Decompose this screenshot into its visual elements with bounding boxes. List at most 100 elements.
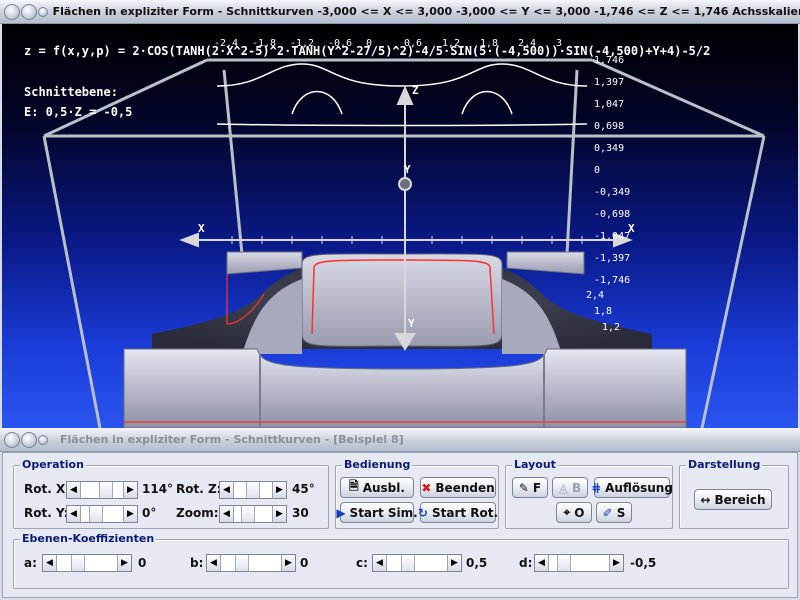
control-titlebar[interactable]: Flächen in expliziter Form - Schnittkurv… (0, 428, 800, 452)
grid-icon: ⋕ (591, 480, 602, 495)
y-axis-label-bottom: Y (408, 317, 415, 330)
pen-icon: ✐ (602, 505, 613, 520)
coef-b-slider[interactable]: ◀ ▶ (206, 554, 296, 572)
slider-thumb[interactable] (557, 555, 572, 571)
slider-thumb[interactable] (246, 482, 260, 498)
coef-d-label: d: (519, 556, 533, 570)
top-tick-label: -0,6 (328, 38, 353, 49)
top-tick-label: 1,8 (480, 38, 499, 49)
right-arrow-icon[interactable]: ▶ (123, 482, 137, 498)
rot-y-slider[interactable]: ◀ ▶ (66, 505, 138, 523)
slider-thumb[interactable] (70, 555, 85, 571)
ausblenden-button[interactable]: 🗎 Ausbl. (340, 477, 414, 498)
top-tick-label: -2,4 (214, 38, 239, 49)
rot-z-value: 45° (292, 482, 315, 496)
coef-a-label: a: (24, 556, 37, 570)
f-button[interactable]: ✎ F (512, 477, 548, 498)
left-arrow-icon[interactable]: ◀ (220, 482, 234, 498)
bereich-button[interactable]: ↔ Bereich (694, 489, 772, 510)
close-icon: ✖ (421, 480, 432, 495)
z-tick-label: 0,698 (594, 121, 625, 132)
coef-d-slider[interactable]: ◀ ▶ (534, 554, 624, 572)
crosshair-icon: ⌖ (563, 505, 571, 519)
slider-thumb[interactable] (89, 506, 104, 522)
x-axis-label-left: X (198, 222, 205, 235)
right-arrow-icon[interactable]: ▶ (281, 555, 295, 571)
y-tick-label: 1,8 (594, 306, 613, 317)
right-arrow-icon[interactable]: ▶ (609, 555, 623, 571)
z-tick-label: -0,349 (594, 187, 631, 198)
control-window-title: Flächen in expliziter Form - Schnittkurv… (60, 433, 404, 446)
rot-y-value: 0° (142, 506, 157, 520)
rot-x-value: 114° (142, 482, 174, 496)
operation-group: Operation Rot. X: ◀ ▶ 114° Rot. Y: ◀ ▶ 0… (13, 458, 329, 529)
coef-c-label: c: (356, 556, 368, 570)
right-arrow-icon[interactable]: ▶ (272, 506, 286, 522)
zoom-slider[interactable]: ◀ ▶ (219, 505, 287, 523)
slider-thumb[interactable] (240, 506, 255, 522)
s-button[interactable]: ✐ S (596, 502, 632, 523)
ebenen-title: Ebenen-Koeffizienten (20, 532, 157, 545)
z-tick-label: 1,746 (594, 55, 625, 66)
coef-c-slider[interactable]: ◀ ▶ (372, 554, 462, 572)
z-tick-label: 0,349 (594, 143, 625, 154)
slider-thumb[interactable] (234, 555, 249, 571)
z-tick-label: -1,047 (594, 231, 631, 242)
beenden-button[interactable]: ✖ Beenden (420, 477, 496, 498)
operation-title: Operation (20, 458, 86, 471)
control-close-icon[interactable] (4, 431, 20, 448)
left-arrow-icon[interactable]: ◀ (535, 555, 549, 571)
main-titlebar[interactable]: Flächen in expliziter Form - Schnittkurv… (0, 0, 800, 24)
right-arrow-icon[interactable]: ▶ (117, 555, 131, 571)
z-tick-label: -0,698 (594, 209, 631, 220)
left-arrow-icon[interactable]: ◀ (67, 482, 81, 498)
brush-icon: ✎ (518, 480, 529, 495)
rot-z-slider[interactable]: ◀ ▶ (219, 481, 287, 499)
b-button[interactable]: ◬ B (552, 477, 588, 498)
bucket-icon: ◬ (558, 480, 569, 495)
rot-x-slider[interactable]: ◀ ▶ (66, 481, 138, 499)
right-arrow-icon[interactable]: ▶ (123, 506, 137, 522)
z-tick-label: 1,397 (594, 77, 625, 88)
coef-b-value: 0 (300, 556, 309, 570)
window-minimize-icon[interactable] (21, 3, 37, 20)
coef-b-label: b: (190, 556, 204, 570)
left-arrow-icon[interactable]: ◀ (207, 555, 221, 571)
coef-a-slider[interactable]: ◀ ▶ (42, 554, 132, 572)
control-window-buttons (0, 431, 60, 448)
start-rot-button[interactable]: ↻ Start Rot. (418, 502, 498, 523)
z-tick-label: 0 (594, 165, 601, 176)
top-tick-label: 2,4 (518, 38, 537, 49)
o-button[interactable]: ⌖ O (556, 502, 592, 523)
aufloesung-button[interactable]: ⋕ Auflösung (591, 477, 673, 498)
rot-x-label: Rot. X: (24, 482, 71, 496)
top-tick-label: 0 (366, 38, 373, 49)
right-arrow-icon[interactable]: ▶ (272, 482, 286, 498)
darstellung-title: Darstellung (686, 458, 763, 471)
bedienung-title: Bedienung (342, 458, 413, 471)
slider-thumb[interactable] (400, 555, 415, 571)
window-maximize-icon[interactable] (38, 6, 48, 17)
3d-viewport[interactable]: z = f(x,y,p) = 2·COS(TANH(2·X^2-5)^2·TAN… (2, 24, 798, 428)
coef-d-value: -0,5 (630, 556, 657, 570)
control-minimize-icon[interactable] (21, 431, 37, 448)
y-axis-label-top: Y (404, 163, 411, 176)
3d-scene (42, 58, 766, 428)
slider-thumb[interactable] (98, 482, 113, 498)
plane-heading: Schnittebene: (24, 85, 118, 99)
z-tick-label: 1,047 (594, 99, 625, 110)
start-sim-button[interactable]: ▶ Start Sim. (336, 502, 418, 523)
control-maximize-icon[interactable] (38, 434, 48, 445)
left-arrow-icon[interactable]: ◀ (220, 506, 234, 522)
window-close-icon[interactable] (4, 3, 20, 20)
left-arrow-icon[interactable]: ◀ (373, 555, 387, 571)
left-arrow-icon[interactable]: ◀ (67, 506, 81, 522)
zoom-value: 30 (292, 506, 309, 520)
left-arrow-icon[interactable]: ◀ (43, 555, 57, 571)
surface-plateau (301, 253, 503, 347)
right-arrow-icon[interactable]: ▶ (447, 555, 461, 571)
range-icon: ↔ (700, 492, 711, 507)
surface-front (123, 348, 687, 428)
main-window-title: Flächen in expliziter Form - Schnittkurv… (52, 5, 800, 18)
coef-a-value: 0 (138, 556, 147, 570)
